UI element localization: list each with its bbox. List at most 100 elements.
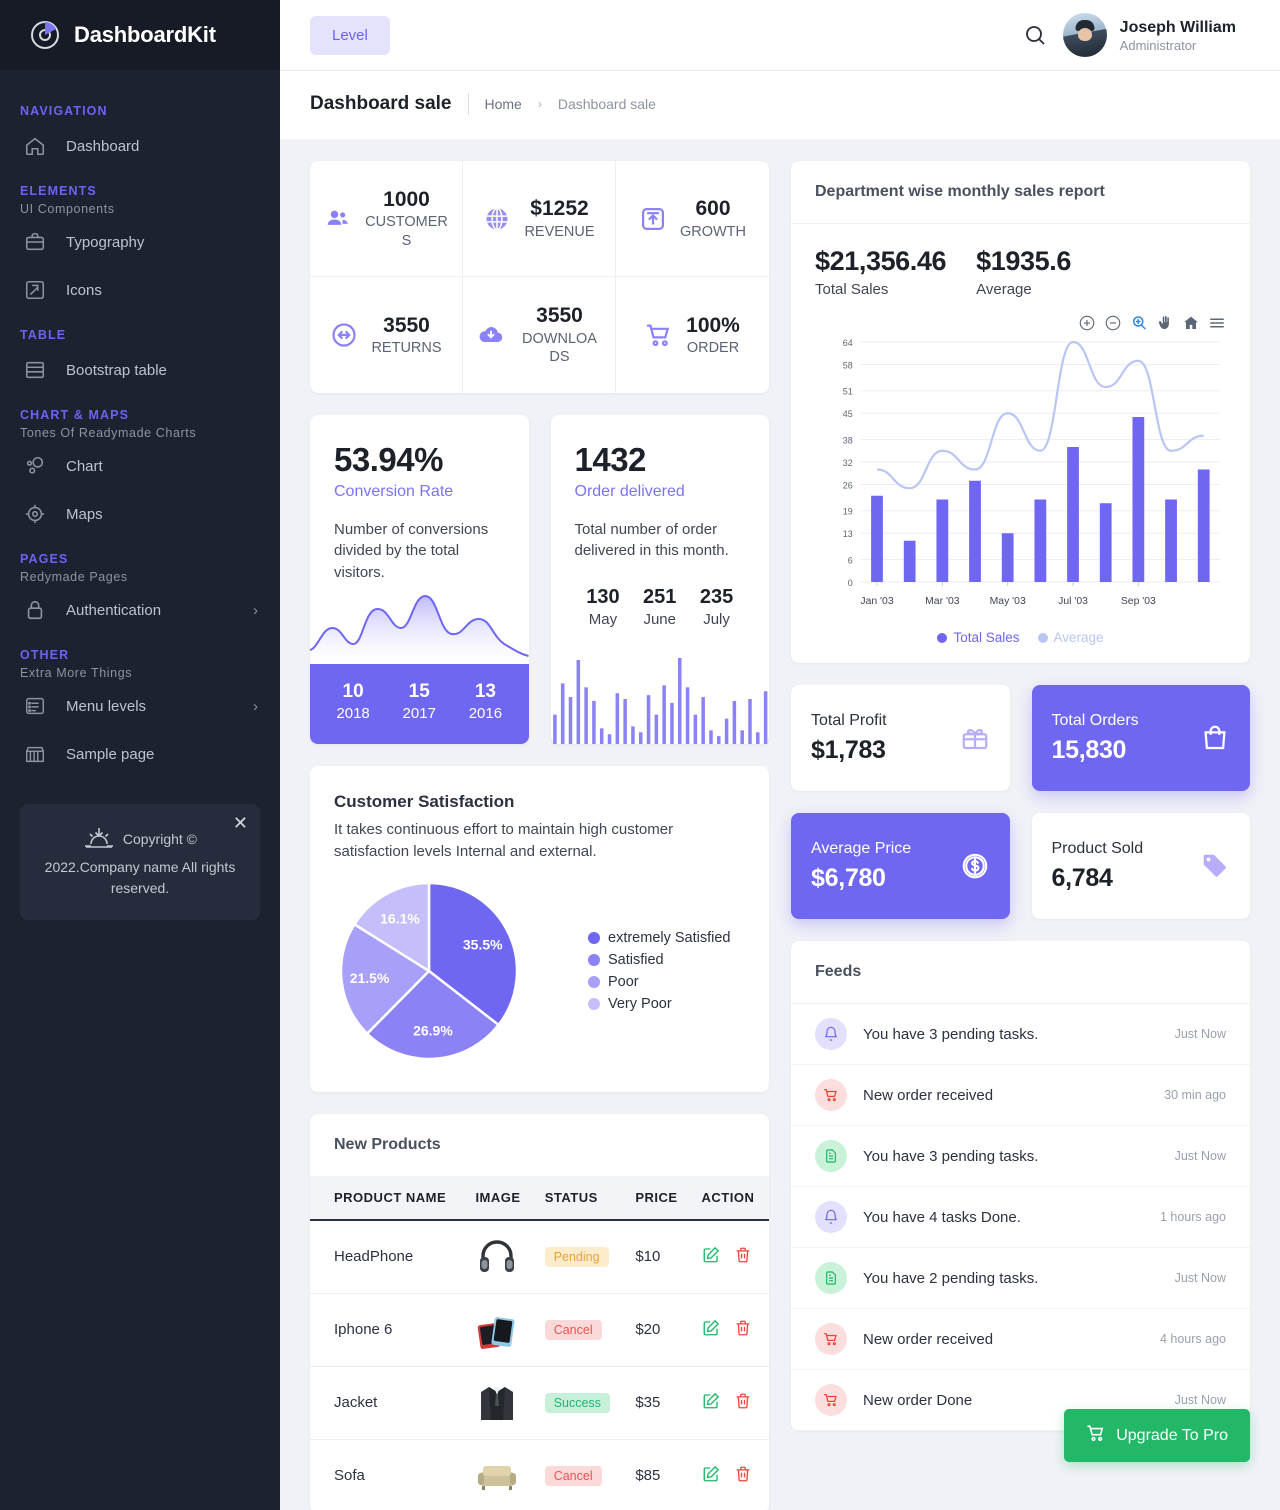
total-orders-card: Total Orders 15,830 (1031, 685, 1250, 791)
legend-dot (588, 953, 600, 966)
sidebar-item-chart[interactable]: Chart (0, 442, 280, 490)
status-cell: Cancel (534, 1293, 626, 1367)
stats-card: 1000 CUSTOMERS $1252 REVENUE 600 GROWTH … (310, 161, 769, 393)
new-products-card: New Products PRODUCT NAME IMAGE STATUS P… (310, 1113, 769, 1510)
feed-text: New order received (863, 1330, 994, 1348)
upgrade-to-pro-button[interactable]: Upgrade To Pro (1064, 1409, 1250, 1462)
table-row: Iphone 6 Cancel $20 (310, 1293, 769, 1367)
headphone-image (465, 1219, 535, 1294)
year-stat: 13 2016 (452, 680, 518, 722)
zoom-in-icon[interactable] (1078, 314, 1096, 332)
store-icon (22, 741, 48, 767)
legend-item-average[interactable]: Average (1037, 630, 1104, 645)
total-sales-label: Total Sales (815, 281, 889, 298)
feed-time: Just Now (1174, 1393, 1226, 1407)
delete-icon[interactable] (734, 1465, 752, 1483)
customer-satisfaction-card: Customer Satisfaction It takes continuou… (310, 765, 769, 1092)
stat-value: 100% (686, 313, 740, 337)
year-count: 15 (408, 680, 430, 702)
zoom-out-icon[interactable] (1104, 314, 1122, 332)
svg-text:38: 38 (843, 435, 853, 445)
sidebar-item-menu-levels[interactable]: Menu levels › (0, 682, 280, 730)
feed-item[interactable]: New order received 30 min ago (791, 1065, 1250, 1126)
level-button[interactable]: Level (310, 15, 390, 55)
stat-value: $1252 (530, 197, 589, 221)
card-title: Product Sold (1051, 839, 1144, 857)
card-title: Total Profit (811, 711, 887, 729)
stat-text: 100% ORDER (686, 313, 740, 358)
product-price: $85 (625, 1439, 692, 1510)
edit-icon[interactable] (702, 1246, 720, 1264)
sidebar-item-typography[interactable]: Typography (0, 218, 280, 266)
card-value: $6,780 (811, 863, 886, 892)
delete-icon[interactable] (734, 1392, 752, 1410)
year-stat: 15 2017 (386, 680, 452, 722)
chevron-right-icon: › (253, 601, 258, 619)
table-header-row: PRODUCT NAME IMAGE STATUS PRICE ACTION (310, 1175, 769, 1221)
month-label: May (588, 611, 618, 629)
delete-icon[interactable] (734, 1319, 752, 1337)
legend-label: Total Sales (953, 630, 1020, 645)
avatar (1062, 13, 1107, 57)
edit-icon[interactable] (702, 1465, 720, 1483)
stat-label: CUSTOMERS (365, 214, 448, 249)
brand-title: DashboardKit (74, 22, 216, 47)
user-name: Joseph William (1119, 18, 1236, 36)
card-value: $1,783 (811, 735, 886, 764)
product-name: Iphone 6 (310, 1293, 466, 1367)
feed-item[interactable]: New order received 4 hours ago (791, 1309, 1250, 1370)
average-block: $1935.6 Average (976, 246, 1071, 298)
feeds-card: Feeds You have 3 pending tasks. Just Now… (791, 941, 1250, 1431)
cart-icon (1086, 1423, 1106, 1448)
main-area: Level Joseph William Administrator Dashb… (280, 0, 1280, 1510)
satisfaction-body: Customer Satisfaction It takes continuou… (310, 766, 769, 1092)
user-info: Joseph William Administrator (1120, 18, 1236, 53)
edit-icon[interactable] (702, 1319, 720, 1337)
legend-item-total-sales[interactable]: Total Sales (937, 630, 1020, 645)
sidebar-item-sample-page[interactable]: Sample page (0, 730, 280, 778)
month-stat: 130 May (575, 586, 632, 628)
svg-text:Sep '03: Sep '03 (1121, 596, 1156, 607)
search-icon[interactable] (1023, 23, 1047, 47)
sidebar-item-authentication[interactable]: Authentication › (0, 586, 280, 634)
product-name: Jacket (310, 1366, 466, 1440)
svg-text:58: 58 (843, 360, 853, 370)
conversion-top: 53.94% Conversion Rate Number of convers… (310, 415, 529, 584)
sidebar-item-bootstrap-table[interactable]: Bootstrap table (0, 346, 280, 394)
target-icon (22, 501, 48, 527)
home-reset-icon[interactable] (1182, 314, 1200, 332)
feed-item[interactable]: You have 4 tasks Done. 1 hours ago (791, 1187, 1250, 1248)
sunset-icon (83, 826, 115, 857)
feed-item[interactable]: You have 3 pending tasks. Just Now (791, 1004, 1250, 1065)
feed-time: Just Now (1174, 1149, 1226, 1163)
month-count: 235 (699, 586, 734, 609)
svg-text:6: 6 (848, 555, 853, 565)
sidebar-item-dashboard[interactable]: Dashboard (0, 122, 280, 170)
selection-zoom-icon[interactable] (1130, 314, 1148, 332)
average-label: Average (976, 281, 1032, 298)
close-icon[interactable]: ✕ (233, 814, 248, 832)
breadcrumb-home-link[interactable]: Home (485, 96, 522, 112)
svg-text:May '03: May '03 (990, 596, 1026, 607)
department-report-body: $21,356.46 Total Sales $1935.6 Average 0… (791, 224, 1250, 663)
pan-icon[interactable] (1156, 314, 1174, 332)
cart-icon (815, 1384, 847, 1416)
pie-legend-item: Very Poor (588, 996, 731, 1012)
card-value: 6,784 (1051, 863, 1113, 892)
menu-icon[interactable] (1208, 314, 1226, 332)
delete-icon[interactable] (734, 1246, 752, 1264)
sidebar-item-icons[interactable]: Icons (0, 266, 280, 314)
sidebar-item-label: Menu levels (66, 697, 147, 715)
brand[interactable]: DashboardKit (0, 0, 280, 70)
average-value: $1935.6 (976, 246, 1071, 276)
feed-item[interactable]: You have 3 pending tasks. Just Now (791, 1126, 1250, 1187)
feed-item[interactable]: You have 2 pending tasks. Just Now (791, 1248, 1250, 1309)
edit-icon[interactable] (702, 1392, 720, 1410)
returns-icon (330, 321, 358, 349)
user-profile[interactable]: Joseph William Administrator (1062, 13, 1236, 57)
new-products-head: New Products (310, 1114, 769, 1176)
sidebar-section-chart-maps: CHART & MAPS Tones Of Readymade Charts C… (0, 394, 280, 538)
sidebar-item-maps[interactable]: Maps (0, 490, 280, 538)
card-text: Total Profit $1,783 (811, 712, 887, 765)
breadcrumb-current: Dashboard sale (557, 96, 656, 112)
